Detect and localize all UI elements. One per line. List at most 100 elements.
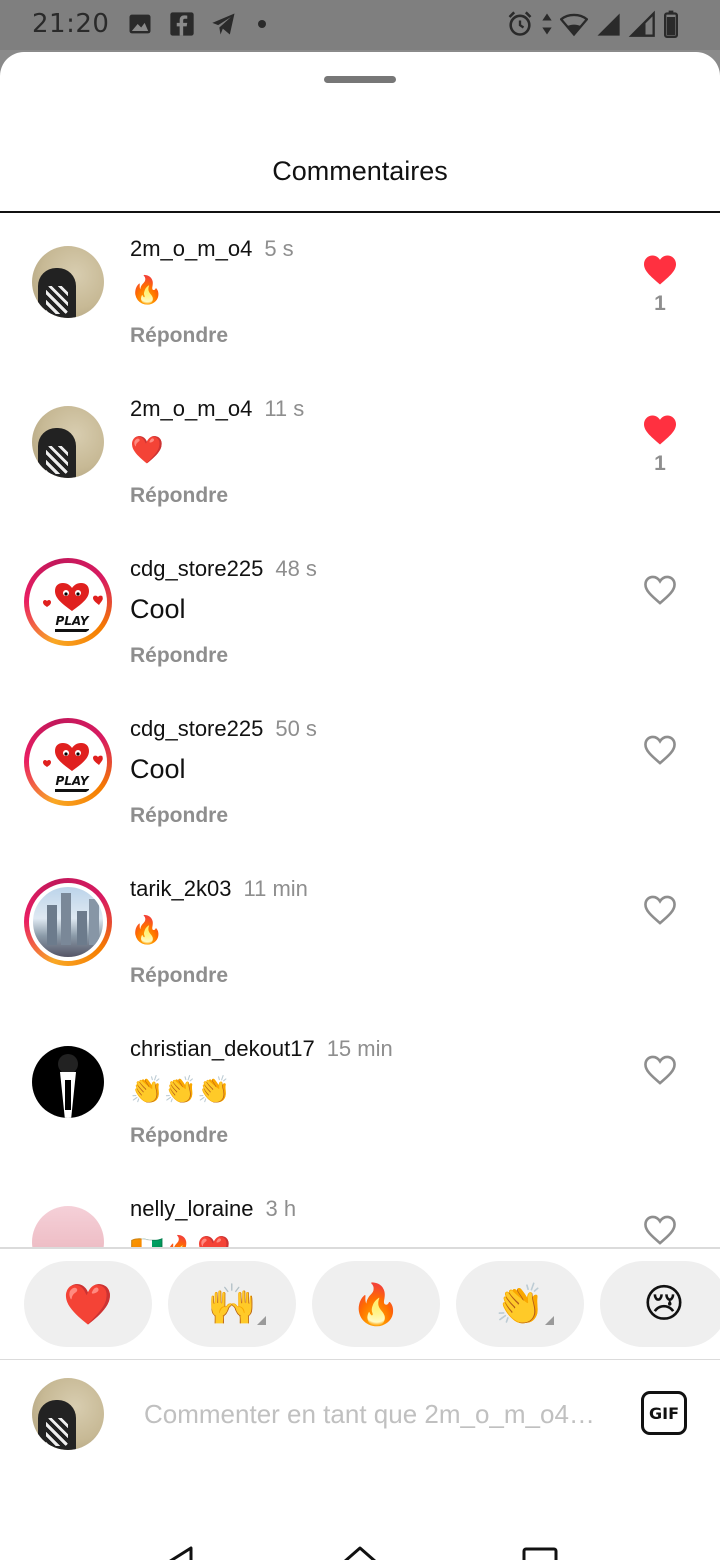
clap-emoji-icon: 👏 (495, 1282, 545, 1327)
comment-time: 50 s (275, 716, 317, 741)
comment-username[interactable]: nelly_loraine (130, 1196, 254, 1221)
svg-text:PLAY: PLAY (55, 614, 89, 628)
alarm-icon (508, 11, 532, 36)
image-icon (129, 14, 151, 34)
facebook-icon (170, 12, 194, 36)
status-time: 21:20 (32, 9, 110, 39)
avatar[interactable] (24, 238, 112, 326)
comments-sheet: Commentaires 2m_o_m_o4 5 s 🔥 Répondre 1 (0, 52, 720, 1560)
play-logo-icon: PLAY (43, 743, 103, 792)
heart-emoji-icon: ❤️ (63, 1282, 113, 1327)
comment-time: 11 min (243, 876, 308, 901)
comment-list[interactable]: 2m_o_m_o4 5 s 🔥 Répondre 1 2m_o_m_o4 11 s … (0, 214, 720, 1247)
reply-button[interactable]: Répondre (130, 1124, 228, 1148)
reply-button[interactable]: Répondre (130, 484, 228, 508)
reply-button[interactable]: Répondre (130, 804, 228, 828)
like-button[interactable] (640, 734, 680, 766)
variant-indicator-icon (257, 1316, 266, 1325)
like-button[interactable] (640, 574, 680, 606)
reaction-heart-button[interactable]: ❤️ (24, 1261, 152, 1347)
like-count: 1 (654, 292, 666, 315)
comment-username[interactable]: christian_dekout17 (130, 1036, 315, 1061)
status-bar: 21:20 (0, 0, 720, 50)
comment-text: 🔥 (130, 915, 164, 945)
input-divider (0, 1359, 720, 1360)
signal-icon-2 (628, 10, 655, 37)
comment-text: 🔥 (130, 275, 164, 305)
home-icon[interactable] (339, 1544, 381, 1560)
heart-filled-icon (644, 415, 676, 445)
battery-icon (664, 10, 678, 38)
signal-icon (597, 13, 620, 36)
like-button[interactable] (640, 1054, 680, 1086)
comment-item: PLAY cdg_store225 48 s Cool Répondre (0, 534, 720, 694)
emoji-reactions-bar: ❤️ 🙌 🔥 👏 😢 (24, 1261, 720, 1349)
wifi-icon (560, 13, 588, 37)
comment-text: 👏👏👏 (130, 1075, 231, 1105)
like-button[interactable] (640, 894, 680, 926)
dot-icon (258, 20, 266, 28)
comment-text: Cool (130, 754, 186, 784)
comment-time: 15 min (326, 1036, 393, 1061)
drag-handle[interactable] (324, 76, 396, 83)
avatar[interactable]: PLAY (24, 558, 112, 646)
reply-button[interactable]: Répondre (130, 964, 228, 988)
heart-filled-icon (644, 255, 676, 285)
back-icon[interactable] (158, 1544, 200, 1560)
comment-time: 11 s (264, 396, 305, 421)
comment-time: 5 s (264, 236, 294, 261)
reply-button[interactable]: Répondre (130, 324, 228, 348)
comment-item: christian_dekout17 15 min 👏👏👏 Répondre (0, 1014, 720, 1174)
raised-hands-emoji-icon: 🙌 (207, 1282, 257, 1327)
avatar[interactable]: PLAY (24, 718, 112, 806)
heart-outline-icon (644, 1055, 676, 1085)
comment-item: tarik_2k03 11 min 🔥 Répondre (0, 854, 720, 1014)
like-count: 1 (654, 452, 666, 475)
avatar (32, 1378, 104, 1450)
title-divider (0, 211, 720, 213)
data-arrows-icon (542, 13, 552, 35)
reaction-clap-button[interactable]: 👏 (456, 1261, 584, 1347)
comment-username[interactable]: cdg_store225 (130, 556, 263, 581)
gif-button[interactable]: GIF (641, 1391, 687, 1435)
system-nav-bar (0, 1508, 720, 1560)
comment-text: Cool (130, 594, 186, 624)
svg-text:PLAY: PLAY (55, 774, 89, 788)
comment-composer: GIF (0, 1370, 720, 1466)
comment-username[interactable]: 2m_o_m_o4 (130, 396, 252, 421)
like-button[interactable]: 1 (640, 254, 680, 316)
reply-button[interactable]: Répondre (130, 644, 228, 668)
comment-text: ❤️ (130, 435, 164, 465)
page-title: Commentaires (272, 156, 448, 186)
avatar[interactable] (24, 398, 112, 486)
telegram-icon (212, 13, 235, 35)
comment-username[interactable]: cdg_store225 (130, 716, 263, 741)
like-button[interactable]: 1 (640, 414, 680, 476)
reaction-crying-button[interactable]: 😢 (600, 1261, 720, 1347)
comment-input[interactable] (144, 1392, 624, 1436)
heart-outline-icon (644, 735, 676, 765)
comment-item: 2m_o_m_o4 11 s ❤️ Répondre 1 (0, 374, 720, 534)
comment-username[interactable]: tarik_2k03 (130, 876, 232, 901)
recents-icon[interactable] (519, 1544, 561, 1560)
comment-text: 🇨🇮🔥❤️ (130, 1234, 231, 1247)
comment-item: nelly_loraine 3 h 🇨🇮🔥❤️ (0, 1174, 720, 1247)
comment-time: 3 h (265, 1196, 297, 1221)
reaction-fire-button[interactable]: 🔥 (312, 1261, 440, 1347)
heart-outline-icon (644, 895, 676, 925)
play-logo-icon: PLAY (43, 583, 103, 632)
avatar[interactable] (24, 1038, 112, 1126)
variant-indicator-icon (545, 1316, 554, 1325)
fire-emoji-icon: 🔥 (351, 1282, 401, 1327)
crying-emoji-icon: 😢 (643, 1282, 685, 1326)
avatar[interactable] (24, 878, 112, 966)
avatar[interactable] (24, 1198, 112, 1247)
like-button[interactable] (640, 1214, 680, 1246)
heart-outline-icon (644, 575, 676, 605)
list-divider (0, 1247, 720, 1249)
comment-item: 2m_o_m_o4 5 s 🔥 Répondre 1 (0, 214, 720, 374)
reaction-raised-hands-button[interactable]: 🙌 (168, 1261, 296, 1347)
comment-username[interactable]: 2m_o_m_o4 (130, 236, 252, 261)
comment-item: PLAY cdg_store225 50 s Cool Répondre (0, 694, 720, 854)
comment-time: 48 s (275, 556, 317, 581)
